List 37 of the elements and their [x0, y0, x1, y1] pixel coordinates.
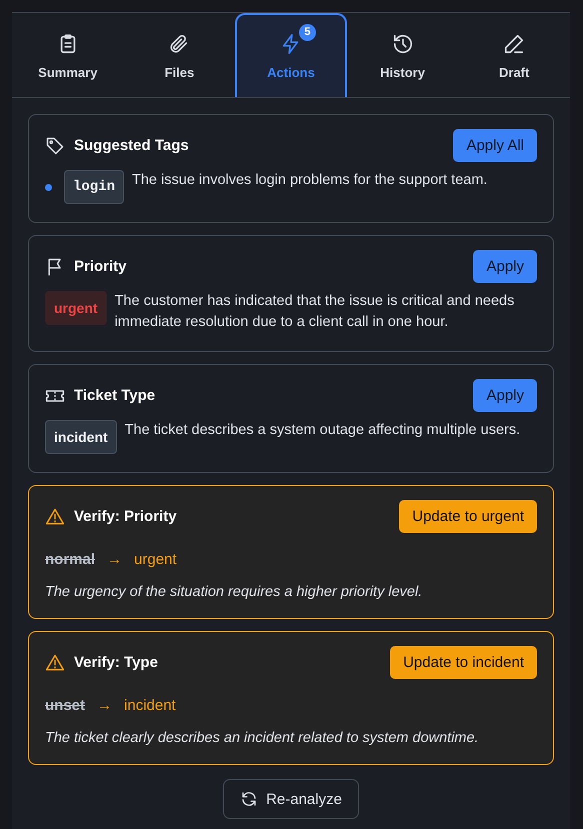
- card-title: Suggested Tags: [74, 137, 190, 154]
- tab[interactable]: 5 Actions: [235, 13, 347, 97]
- apply-button[interactable]: Apply: [473, 379, 537, 412]
- card-title: Verify: Priority: [74, 508, 178, 525]
- old-value: normal: [45, 551, 96, 568]
- count-badge: 5: [298, 24, 316, 40]
- reason-text: The urgency of the situation requires a higher priority level.: [45, 584, 424, 600]
- reason-text: The issue involves login problems for the support team.: [132, 171, 488, 190]
- reason-text: The customer has indicated that the issue is critical and needs immediate resolution due to a client call in one hour.: [114, 292, 516, 332]
- value-chip: urgent: [45, 291, 107, 325]
- apply-button[interactable]: Apply: [473, 250, 537, 283]
- reanalyze-button[interactable]: Re-analyze: [223, 779, 359, 819]
- card-title: Verify: Type: [74, 654, 159, 671]
- warning-icon: [45, 652, 65, 672]
- reason-text: The ticket describes a system outage affecting multiple users.: [124, 421, 520, 440]
- new-value: incident: [124, 697, 176, 714]
- tab[interactable]: Draft: [458, 13, 570, 97]
- tab[interactable]: History: [346, 13, 458, 97]
- arrow-text: →: [107, 551, 122, 568]
- old-value: unset: [45, 697, 86, 714]
- tab[interactable]: Files: [124, 13, 236, 97]
- new-value: urgent: [134, 551, 177, 568]
- reason-text: The ticket clearly describes an incident related to system downtime.: [45, 730, 480, 746]
- tab[interactable]: Summary: [12, 13, 124, 97]
- arrow-text: →: [97, 697, 112, 714]
- card-title: Priority: [74, 258, 128, 275]
- apply-button[interactable]: Update to incident: [390, 646, 537, 679]
- history-icon: [392, 32, 414, 54]
- apply-button[interactable]: Apply All: [453, 129, 537, 162]
- card-title: Ticket Type: [74, 387, 156, 404]
- tag-icon: [45, 136, 65, 156]
- refresh-icon: [240, 790, 258, 808]
- warning-icon: [45, 506, 65, 526]
- apply-button[interactable]: Update to urgent: [399, 500, 537, 533]
- pencil-icon: [503, 32, 526, 54]
- tag-chip: login: [64, 170, 124, 204]
- value-chip: incident: [45, 420, 117, 454]
